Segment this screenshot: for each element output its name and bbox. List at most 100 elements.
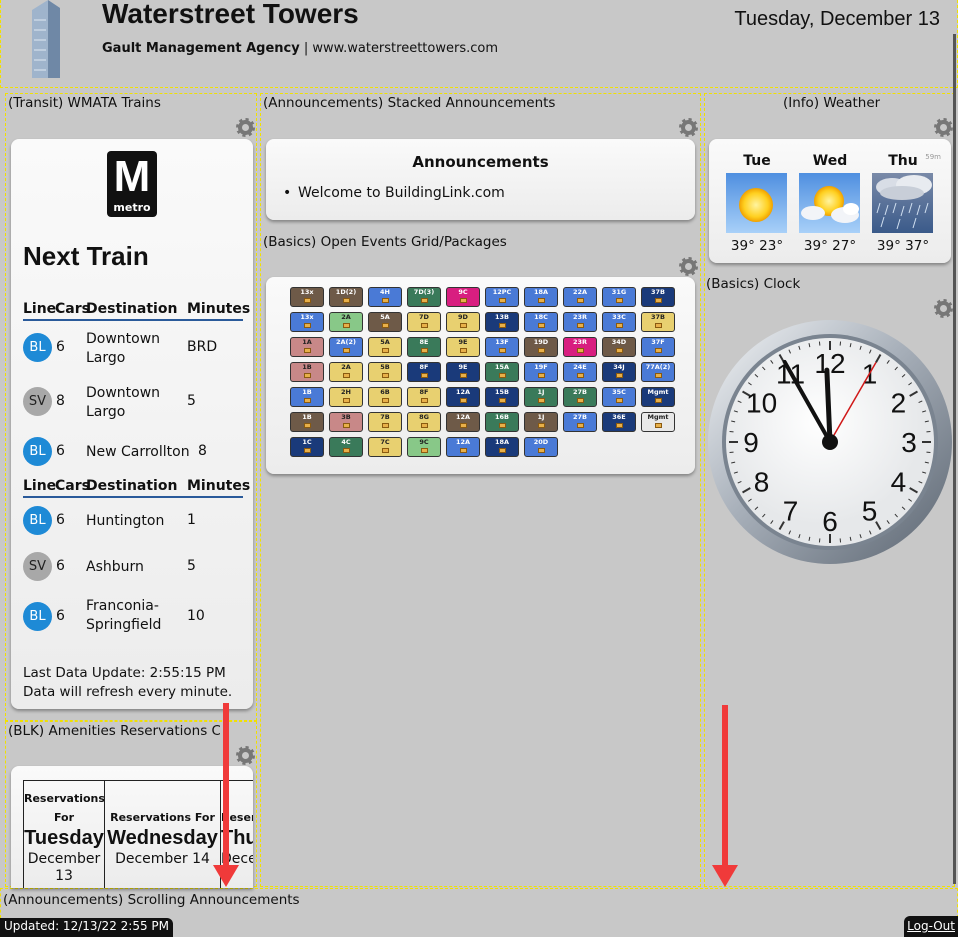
cars: 6 bbox=[56, 512, 65, 528]
clock-number: 7 bbox=[783, 495, 799, 526]
package-tile[interactable]: 31G bbox=[602, 287, 636, 307]
line-badge: BL bbox=[23, 437, 52, 466]
package-tile[interactable]: 8E bbox=[407, 337, 441, 357]
package-tile[interactable]: 7D bbox=[407, 312, 441, 332]
package-tile[interactable]: 18C bbox=[524, 312, 558, 332]
package-tile[interactable]: 7B bbox=[368, 412, 402, 432]
amenities-settings-gear-icon[interactable] bbox=[236, 746, 255, 765]
package-tile[interactable]: 13F bbox=[485, 337, 519, 357]
package-tile[interactable]: 23R bbox=[563, 337, 597, 357]
package-tile[interactable]: 37B bbox=[641, 312, 675, 332]
package-tile[interactable]: 27B bbox=[563, 412, 597, 432]
destination: Huntington bbox=[86, 513, 165, 529]
package-tile[interactable]: 15A bbox=[485, 362, 519, 382]
package-tile[interactable]: 2A(2) bbox=[329, 337, 363, 357]
package-unit-label: 31G bbox=[611, 288, 627, 296]
package-box-icon bbox=[342, 448, 350, 453]
weather-card: 59m Tue 39° 23° Wed 39° 27° Thu 39° 37° bbox=[709, 139, 951, 263]
package-box-icon bbox=[498, 448, 506, 453]
package-tile[interactable]: 34D bbox=[602, 337, 636, 357]
package-tile[interactable]: 12PC bbox=[485, 287, 519, 307]
package-tile[interactable]: Mgmt bbox=[641, 412, 675, 432]
package-box-icon bbox=[381, 348, 389, 353]
package-tile[interactable]: 7D(3) bbox=[407, 287, 441, 307]
package-tile[interactable]: 8F bbox=[407, 362, 441, 382]
page-scrollbar[interactable] bbox=[953, 34, 956, 884]
rain-icon bbox=[872, 173, 933, 233]
package-tile[interactable]: 15B bbox=[485, 387, 519, 407]
reservations-for-label: Reservations For bbox=[24, 792, 105, 824]
package-tile[interactable]: 4C bbox=[329, 437, 363, 457]
package-unit-label: 34J bbox=[613, 363, 625, 371]
package-tile[interactable]: 18A bbox=[524, 287, 558, 307]
package-tile[interactable]: 36E bbox=[602, 412, 636, 432]
package-box-icon bbox=[420, 323, 428, 328]
package-tile[interactable]: 9C bbox=[407, 437, 441, 457]
package-tile[interactable]: 1D(2) bbox=[329, 287, 363, 307]
package-tile[interactable]: 35C bbox=[602, 387, 636, 407]
package-tile[interactable]: 24E bbox=[563, 362, 597, 382]
package-box-icon bbox=[537, 348, 545, 353]
package-tile[interactable]: 3B bbox=[329, 412, 363, 432]
amenities-section-title: (BLK) Amenities Reservations Cal bbox=[8, 723, 220, 739]
package-tile[interactable]: 8F bbox=[407, 387, 441, 407]
package-tile[interactable]: 1A bbox=[290, 337, 324, 357]
package-tile[interactable]: 1B bbox=[290, 412, 324, 432]
package-tile[interactable]: 22A bbox=[563, 287, 597, 307]
package-tile[interactable]: 4H bbox=[368, 287, 402, 307]
package-tile[interactable]: 16B bbox=[485, 412, 519, 432]
package-unit-label: 12A bbox=[455, 438, 471, 446]
sun-icon bbox=[726, 173, 787, 233]
package-tile[interactable]: 5B bbox=[368, 362, 402, 382]
package-tile[interactable]: 1B bbox=[290, 362, 324, 382]
transit-settings-gear-icon[interactable] bbox=[236, 118, 255, 137]
package-box-icon bbox=[381, 423, 389, 428]
package-box-icon bbox=[615, 348, 623, 353]
packages-settings-gear-icon[interactable] bbox=[679, 257, 698, 276]
package-tile[interactable]: 1B bbox=[290, 387, 324, 407]
clock-settings-gear-icon[interactable] bbox=[934, 299, 953, 318]
package-tile[interactable]: 34J bbox=[602, 362, 636, 382]
package-box-icon bbox=[615, 398, 623, 403]
package-tile[interactable]: 1J bbox=[524, 387, 558, 407]
package-tile[interactable]: 6B bbox=[368, 387, 402, 407]
package-tile[interactable]: 5A bbox=[368, 312, 402, 332]
package-tile[interactable]: 77A(2) bbox=[641, 362, 675, 382]
package-tile[interactable]: 27B bbox=[563, 387, 597, 407]
package-tile[interactable]: 9E bbox=[446, 337, 480, 357]
package-box-icon bbox=[381, 298, 389, 303]
logout-link[interactable]: Log-Out bbox=[904, 916, 958, 937]
col-destination: Destination bbox=[86, 478, 178, 494]
package-tile[interactable]: 23R bbox=[563, 312, 597, 332]
package-tile[interactable]: 12A bbox=[446, 412, 480, 432]
package-unit-label: 7D bbox=[419, 313, 429, 321]
package-tile[interactable]: 8G bbox=[407, 412, 441, 432]
package-tile[interactable]: 2H bbox=[329, 387, 363, 407]
package-tile[interactable]: 12A bbox=[446, 387, 480, 407]
package-tile[interactable]: 9E bbox=[446, 362, 480, 382]
package-tile[interactable]: 12A bbox=[446, 437, 480, 457]
package-tile[interactable]: 33C bbox=[602, 312, 636, 332]
package-tile[interactable]: 9C bbox=[446, 287, 480, 307]
package-tile[interactable]: 18A bbox=[485, 437, 519, 457]
package-tile[interactable]: 13x bbox=[290, 287, 324, 307]
package-tile[interactable]: 13B bbox=[485, 312, 519, 332]
package-tile[interactable]: 9D bbox=[446, 312, 480, 332]
package-tile[interactable]: 13x bbox=[290, 312, 324, 332]
package-tile[interactable]: 1C bbox=[290, 437, 324, 457]
package-tile[interactable]: 2A bbox=[329, 312, 363, 332]
clock-number: 3 bbox=[901, 427, 917, 458]
package-tile[interactable]: 20D bbox=[524, 437, 558, 457]
package-tile[interactable]: 37B bbox=[641, 287, 675, 307]
package-tile[interactable]: 2A bbox=[329, 362, 363, 382]
package-unit-label: 12A bbox=[455, 413, 471, 421]
announcements-settings-gear-icon[interactable] bbox=[679, 118, 698, 137]
weather-settings-gear-icon[interactable] bbox=[934, 118, 953, 137]
package-tile[interactable]: 19F bbox=[524, 362, 558, 382]
package-tile[interactable]: Mgmt bbox=[641, 387, 675, 407]
package-tile[interactable]: 37F bbox=[641, 337, 675, 357]
package-tile[interactable]: 7C bbox=[368, 437, 402, 457]
package-tile[interactable]: 5A bbox=[368, 337, 402, 357]
package-tile[interactable]: 19D bbox=[524, 337, 558, 357]
package-tile[interactable]: 1J bbox=[524, 412, 558, 432]
